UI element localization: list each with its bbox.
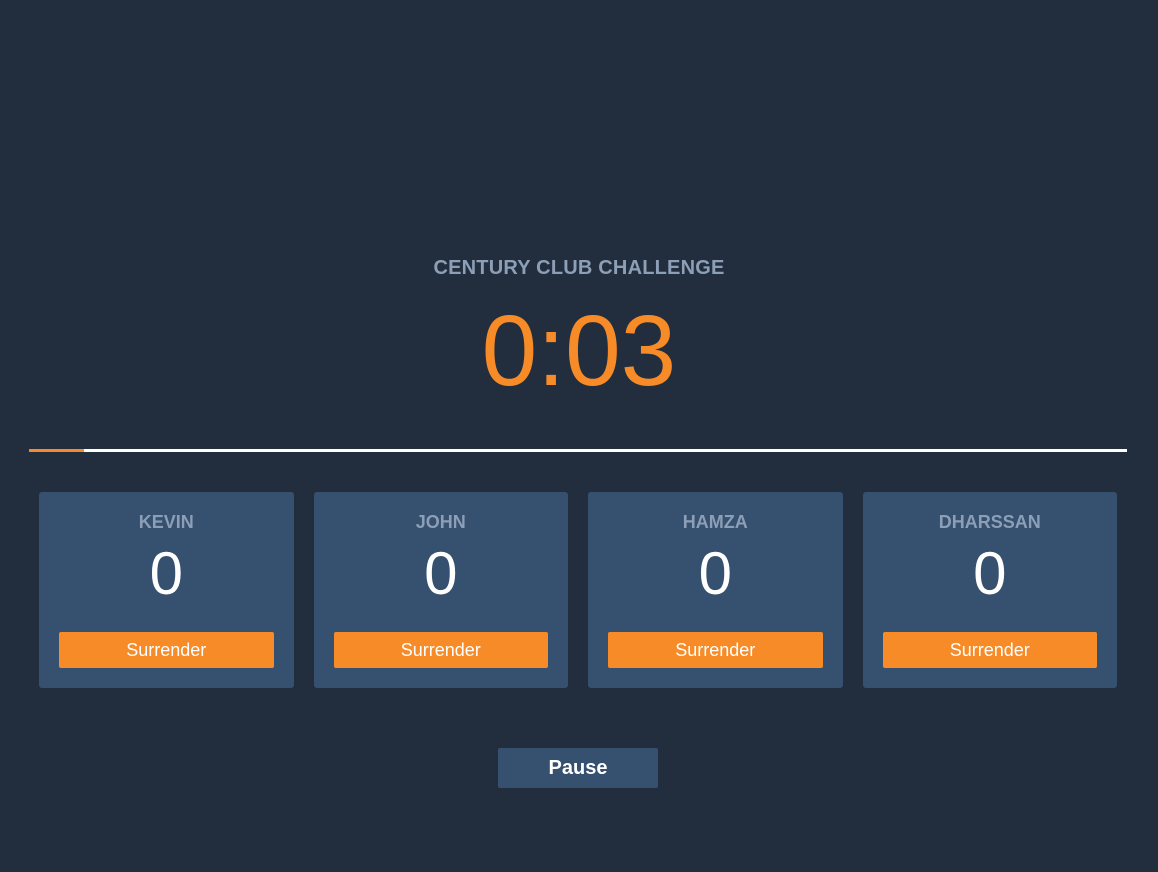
player-card-john: JOHN 0 Surrender: [313, 492, 568, 688]
surrender-button-kevin[interactable]: Surrender: [59, 632, 274, 668]
challenge-title: CENTURY CLUB CHALLENGE: [433, 257, 725, 279]
player-score: 0: [973, 540, 1007, 607]
surrender-button-john[interactable]: Surrender: [333, 632, 548, 668]
surrender-button-hamza[interactable]: Surrender: [608, 632, 823, 668]
player-cards: KEVIN 0 Surrender JOHN 0 Surrender HAMZA…: [39, 492, 1117, 688]
player-name: KEVIN: [138, 512, 194, 532]
player-score: 0: [698, 540, 732, 607]
player-name: HAMZA: [682, 512, 748, 532]
player-score: 0: [149, 540, 183, 607]
challenge-screen: CENTURY CLUB CHALLENGE 0:03 KEVIN 0 Surr…: [0, 0, 1158, 872]
player-score: 0: [424, 540, 458, 607]
progress-bar: [29, 449, 1127, 452]
player-card-hamza: HAMZA 0 Surrender: [588, 492, 843, 688]
player-name: DHARSSAN: [938, 512, 1041, 532]
surrender-button-dharssan[interactable]: Surrender: [882, 632, 1097, 668]
player-card-kevin: KEVIN 0 Surrender: [39, 492, 294, 688]
progress-bar-fill: [29, 449, 84, 452]
countdown-timer: 0:03: [481, 295, 677, 407]
player-name: JOHN: [415, 512, 466, 532]
pause-button[interactable]: Pause: [498, 748, 658, 788]
player-card-dharssan: DHARSSAN 0 Surrender: [862, 492, 1117, 688]
